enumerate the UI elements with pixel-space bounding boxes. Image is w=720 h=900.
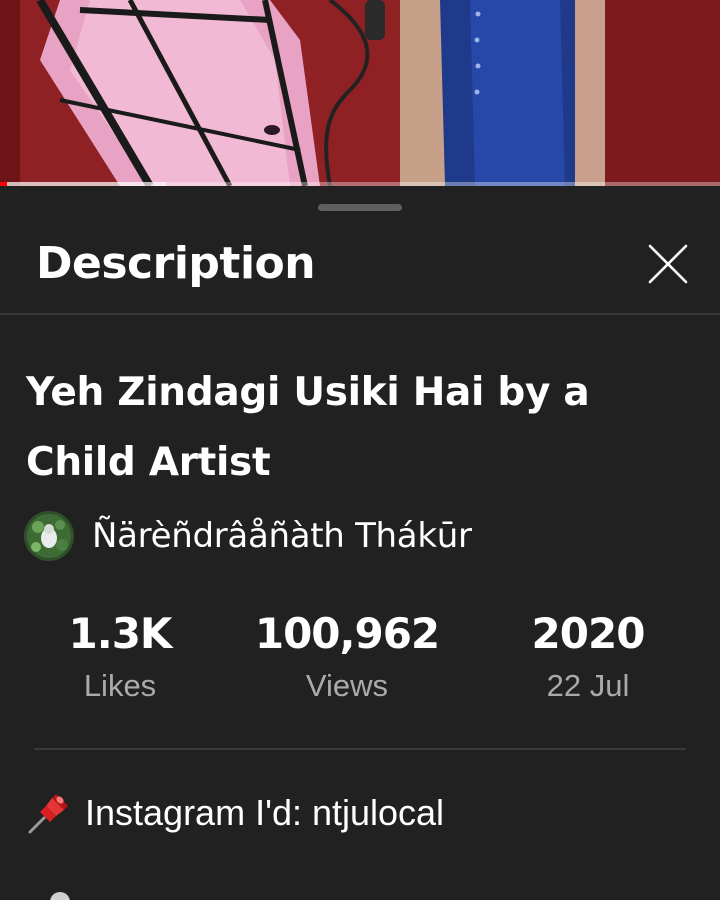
next-line-icon-fragment xyxy=(50,892,70,900)
avatar xyxy=(24,511,74,561)
pushpin-icon xyxy=(28,794,68,834)
stat-date: 2020 22 Jul xyxy=(478,606,698,706)
progress-played xyxy=(0,182,8,186)
video-player[interactable] xyxy=(0,0,720,186)
video-title: Yeh Zindagi Usiki Hai by a Child Artist xyxy=(26,370,590,485)
header-divider xyxy=(0,313,720,315)
stat-likes: 1.3K Likes xyxy=(10,606,230,706)
upload-year: 2020 xyxy=(531,609,646,658)
likes-label: Likes xyxy=(83,668,157,703)
stats-row: 1.3K Likes 100,962 Views 2020 22 Jul xyxy=(0,606,720,716)
close-button[interactable] xyxy=(640,236,696,292)
views-count: 100,962 xyxy=(254,609,440,658)
sheet-title: Description xyxy=(36,238,316,289)
likes-count: 1.3K xyxy=(68,609,173,658)
close-icon xyxy=(648,244,688,284)
drag-handle[interactable] xyxy=(318,204,402,211)
description-line: Instagram I'd: ntjulocal xyxy=(26,788,444,838)
stat-views: 100,962 Views xyxy=(237,606,457,706)
stats-divider xyxy=(34,748,686,750)
video-frame xyxy=(0,0,720,186)
views-label: Views xyxy=(305,668,389,703)
description-text: Instagram I'd: ntjulocal xyxy=(85,792,445,833)
channel-name: Ñärèñdrâåñàth Thákūr xyxy=(92,516,472,556)
channel-link[interactable]: Ñärèñdrâåñàth Thákūr xyxy=(24,511,472,561)
upload-date: 22 Jul xyxy=(546,668,630,703)
description-sheet: Description Yeh Zindagi Usiki Hai by a C… xyxy=(0,186,720,900)
